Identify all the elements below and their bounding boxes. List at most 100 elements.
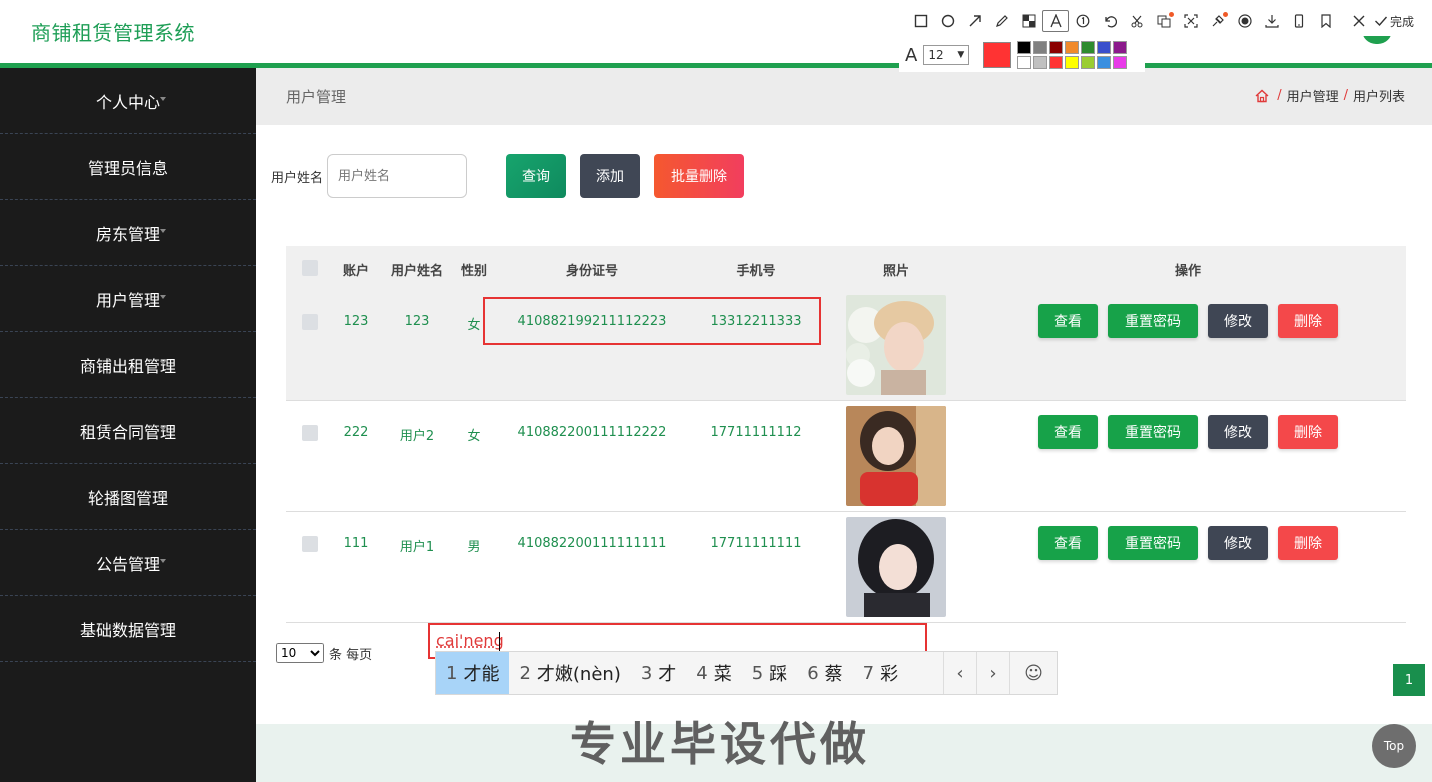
sidebar-item-users[interactable]: 用户管理 — [0, 266, 256, 332]
color-swatch[interactable] — [1097, 41, 1112, 54]
check-icon — [1375, 16, 1388, 27]
page-1-button[interactable]: 1 — [1393, 664, 1425, 696]
select-all-checkbox[interactable] — [302, 260, 318, 276]
cut-icon[interactable] — [1123, 10, 1150, 32]
sidebar-item-announcements[interactable]: 公告管理 — [0, 530, 256, 596]
mosaic-icon[interactable] — [1015, 10, 1042, 32]
candidate-number: 6 — [807, 662, 819, 684]
cell-account: 222 — [343, 425, 369, 440]
delete-button[interactable]: 删除 — [1278, 415, 1338, 449]
batch-delete-button[interactable]: 批量删除 — [654, 154, 744, 198]
translate-icon[interactable] — [1150, 10, 1177, 32]
pagination-size: 10 条 每页 — [276, 643, 372, 663]
color-swatch[interactable] — [1065, 41, 1080, 54]
color-swatch[interactable] — [1113, 41, 1128, 54]
pencil-icon[interactable] — [988, 10, 1015, 32]
cell-gender: 男 — [467, 540, 481, 555]
sidebar-item-landlords[interactable]: 房东管理 — [0, 200, 256, 266]
header-id-card: 身份证号 — [565, 264, 618, 279]
color-swatch[interactable] — [1017, 41, 1032, 54]
color-swatch[interactable] — [1113, 56, 1128, 69]
emoji-icon[interactable]: ☺ — [1009, 652, 1057, 694]
table-header: 账户 用户姓名 性别 身份证号 手机号 照片 操作 — [286, 246, 1406, 290]
pin-icon[interactable] — [1204, 10, 1231, 32]
breadcrumb-item[interactable]: 用户管理 — [1287, 86, 1339, 105]
color-swatch[interactable] — [1081, 56, 1096, 69]
chevron-down-icon — [160, 163, 166, 167]
sidebar-item-admin-info[interactable]: 管理员信息 — [0, 134, 256, 200]
color-swatch[interactable] — [1081, 41, 1096, 54]
ime-candidate[interactable]: 6蔡 — [797, 652, 852, 694]
view-button[interactable]: 查看 — [1038, 415, 1098, 449]
color-swatch[interactable] — [1033, 56, 1048, 69]
edit-button[interactable]: 修改 — [1208, 526, 1268, 560]
ime-next-page-icon[interactable]: › — [976, 652, 1009, 694]
user-photo[interactable] — [846, 406, 946, 506]
chevron-down-icon — [160, 295, 166, 299]
home-icon[interactable] — [1255, 89, 1269, 103]
query-button[interactable]: 查询 — [506, 154, 566, 198]
bookmark-icon[interactable] — [1312, 10, 1339, 32]
sidebar-item-personal-center[interactable]: 个人中心 — [0, 68, 256, 134]
sidebar-item-label: 管理员信息 — [87, 158, 168, 178]
page-size-select[interactable]: 10 — [276, 643, 324, 663]
add-button[interactable]: 添加 — [580, 154, 640, 198]
color-swatch[interactable] — [1049, 56, 1064, 69]
delete-button[interactable]: 删除 — [1278, 526, 1338, 560]
ocr-icon[interactable] — [1177, 10, 1204, 32]
header-gender: 性别 — [460, 264, 487, 279]
color-swatch[interactable] — [1065, 56, 1080, 69]
reset-password-button[interactable]: 重置密码 — [1108, 526, 1198, 560]
current-color-swatch[interactable] — [983, 42, 1012, 68]
candidate-text: 蔡 — [824, 664, 843, 685]
color-swatch[interactable] — [1097, 56, 1112, 69]
row-checkbox[interactable] — [302, 314, 318, 330]
text-tool-icon[interactable] — [1042, 10, 1069, 32]
back-to-top-button[interactable]: Top — [1372, 724, 1416, 768]
ime-candidate[interactable]: 2 才嫩(nèn) — [509, 652, 630, 694]
done-button[interactable]: 完成 — [1372, 10, 1416, 32]
username-search-input[interactable] — [327, 154, 468, 198]
color-swatch[interactable] — [1017, 56, 1032, 69]
row-checkbox[interactable] — [302, 425, 318, 441]
rectangle-icon[interactable] — [907, 10, 934, 32]
cell-name: 用户1 — [399, 540, 435, 555]
ime-candidate[interactable]: 4菜 — [686, 652, 741, 694]
row-checkbox[interactable] — [302, 536, 318, 552]
ime-candidate[interactable]: 7彩 — [853, 652, 908, 694]
edit-button[interactable]: 修改 — [1208, 304, 1268, 338]
phone-icon[interactable] — [1285, 10, 1312, 32]
ime-candidate-bar: 1 才能 2 才嫩(nèn) 3才 4菜 5踩 6蔡 7彩 ‹ › ☺ — [435, 651, 1058, 695]
view-button[interactable]: 查看 — [1038, 304, 1098, 338]
download-icon[interactable] — [1258, 10, 1285, 32]
ime-candidate[interactable]: 3才 — [631, 652, 686, 694]
color-swatch[interactable] — [1033, 41, 1048, 54]
page-header: 用户管理 / 用户管理 / 用户列表 — [256, 68, 1432, 125]
delete-button[interactable]: 删除 — [1278, 304, 1338, 338]
number-marker-icon[interactable] — [1069, 10, 1096, 32]
sidebar-item-carousel[interactable]: 轮播图管理 — [0, 464, 256, 530]
screenshot-toolbar: 完成 A 12 ▼ — [899, 0, 1432, 72]
chevron-down-icon: ▼ — [957, 50, 965, 60]
edit-button[interactable]: 修改 — [1208, 415, 1268, 449]
view-button[interactable]: 查看 — [1038, 526, 1098, 560]
color-swatch[interactable] — [1049, 41, 1064, 54]
user-photo[interactable] — [846, 295, 946, 395]
sidebar-item-base-data[interactable]: 基础数据管理 — [0, 596, 256, 662]
record-icon[interactable] — [1231, 10, 1258, 32]
undo-icon[interactable] — [1096, 10, 1123, 32]
close-icon[interactable] — [1345, 10, 1372, 32]
reset-password-button[interactable]: 重置密码 — [1108, 304, 1198, 338]
reset-password-button[interactable]: 重置密码 — [1108, 415, 1198, 449]
candidate-text: 踩 — [769, 664, 788, 685]
font-size-select[interactable]: 12 ▼ — [923, 45, 970, 65]
sidebar-item-contracts[interactable]: 租赁合同管理 — [0, 398, 256, 464]
ime-candidate[interactable]: 1 才能 — [436, 652, 510, 694]
arrow-icon[interactable] — [961, 10, 988, 32]
sidebar-item-shop-rentals[interactable]: 商铺出租管理 — [0, 332, 256, 398]
ellipse-icon[interactable] — [934, 10, 961, 32]
ime-candidate[interactable]: 5踩 — [742, 652, 797, 694]
user-photo[interactable] — [846, 517, 946, 617]
ime-prev-page-icon[interactable]: ‹ — [943, 652, 976, 694]
chevron-down-icon — [160, 493, 166, 497]
